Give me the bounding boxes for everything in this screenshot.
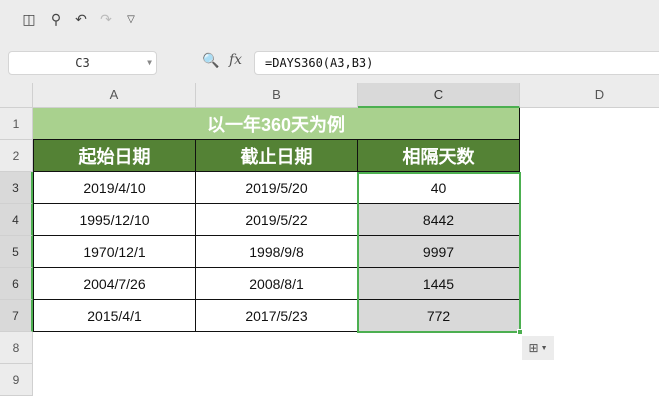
undo-icon[interactable]: ↶ [72,10,90,28]
chevron-down-icon[interactable]: ▼ [147,52,152,74]
row-header-5[interactable]: 5 [0,236,33,268]
days-cell[interactable]: 9997 [358,236,520,268]
header-start-date[interactable]: 起始日期 [33,140,196,172]
start-date-cell[interactable]: 2019/4/10 [33,172,196,204]
column-header-c[interactable]: C [358,83,520,108]
days-cell[interactable]: 1445 [358,268,520,300]
name-box-value: C3 [75,56,90,70]
days-cell[interactable]: 8442 [358,204,520,236]
title-cell[interactable]: 以一年360天为例 [33,108,520,140]
toolbar-area: ◫ ⚲ ↶ ↷ ▽ C3 ▼ 🔍 fx =DAYS360(A3,B3) [0,0,659,83]
end-date-cell[interactable]: 2017/5/23 [196,300,358,332]
column-header-b[interactable]: B [196,83,358,108]
end-date-cell[interactable]: 1998/9/8 [196,236,358,268]
end-date-cell[interactable]: 2008/8/1 [196,268,358,300]
start-date-cell[interactable]: 2015/4/1 [33,300,196,332]
days-cell[interactable]: 772 [358,300,520,332]
start-date-cell[interactable]: 2004/7/26 [33,268,196,300]
row-header-6[interactable]: 6 [0,268,33,300]
formula-input[interactable]: =DAYS360(A3,B3) [254,51,659,75]
row-header-8[interactable]: 8 [0,332,33,364]
fx-icon[interactable]: fx [229,52,242,68]
row-header-3[interactable]: 3 [0,172,33,204]
column-header-a[interactable]: A [33,83,196,108]
select-all-corner[interactable] [0,83,33,108]
name-box[interactable]: C3 ▼ [8,51,157,75]
print-preview-icon[interactable]: ⚲ [47,10,65,28]
customize-icon[interactable]: ▽ [122,10,140,28]
row-header-9[interactable]: 9 [0,364,33,396]
fill-handle[interactable] [517,329,523,335]
header-end-date[interactable]: 截止日期 [196,140,358,172]
row-header-2[interactable]: 2 [0,140,33,172]
save-icon[interactable]: ◫ [20,10,38,28]
paste-options-icon[interactable]: ⊞ ▼ [522,336,554,360]
days-cell[interactable]: 40 [358,172,520,204]
row-header-7[interactable]: 7 [0,300,33,332]
start-date-cell[interactable]: 1995/12/10 [33,204,196,236]
row-header-4[interactable]: 4 [0,204,33,236]
end-date-cell[interactable]: 2019/5/20 [196,172,358,204]
redo-icon[interactable]: ↷ [97,10,115,28]
end-date-cell[interactable]: 2019/5/22 [196,204,358,236]
header-days-between[interactable]: 相隔天数 [358,140,520,172]
column-header-d[interactable]: D [520,83,659,108]
start-date-cell[interactable]: 1970/12/1 [33,236,196,268]
row-header-1[interactable]: 1 [0,108,33,140]
zoom-formula-icon[interactable]: 🔍 [202,52,219,69]
